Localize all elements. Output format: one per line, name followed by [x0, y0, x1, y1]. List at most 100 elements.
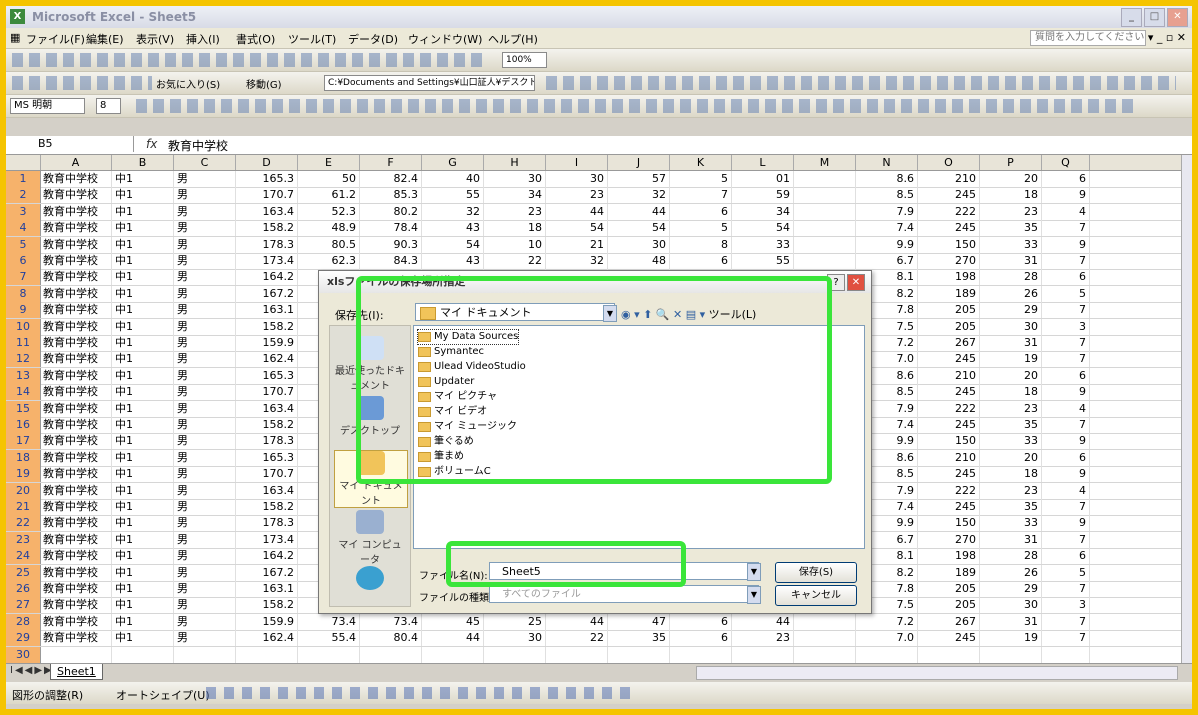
row-header[interactable]: 15 — [6, 400, 41, 417]
table-cell[interactable]: 7.4 — [856, 220, 918, 237]
table-cell[interactable]: 30 — [980, 597, 1042, 614]
filename-input[interactable]: Sheet5 — [489, 562, 759, 580]
table-cell[interactable]: 245 — [918, 630, 980, 647]
table-cell[interactable]: 33 — [980, 433, 1042, 450]
table-cell[interactable]: 62.3 — [298, 253, 360, 269]
table-cell[interactable]: 170.7 — [236, 384, 298, 401]
table-cell[interactable]: 31 — [980, 531, 1042, 548]
table-cell[interactable]: 男 — [174, 630, 236, 647]
table-cell[interactable]: 198 — [918, 269, 980, 286]
table-cell[interactable]: 55 — [732, 253, 794, 269]
table-cell[interactable]: 教育中学校 — [40, 531, 112, 548]
table-cell[interactable]: 173.4 — [236, 531, 298, 548]
table-cell[interactable]: 40 — [422, 171, 484, 187]
table-cell[interactable]: 6 — [670, 203, 732, 220]
table-cell[interactable]: 中1 — [112, 499, 174, 515]
table-cell[interactable]: 男 — [174, 335, 236, 351]
row-header[interactable]: 21 — [6, 499, 41, 515]
table-cell[interactable]: 中1 — [112, 302, 174, 319]
file-list-item[interactable]: マイ ピクチャ — [418, 390, 497, 404]
font-name-box[interactable]: MS 明朝 — [10, 98, 85, 114]
table-cell[interactable]: 男 — [174, 482, 236, 499]
table-cell[interactable]: 中1 — [112, 400, 174, 417]
table-cell[interactable]: 35 — [980, 499, 1042, 515]
table-cell[interactable]: 162.4 — [236, 351, 298, 368]
table-cell[interactable]: 159.9 — [236, 335, 298, 351]
table-cell[interactable]: 7.0 — [856, 630, 918, 647]
table-cell[interactable]: 158.2 — [236, 220, 298, 237]
table-cell[interactable]: 教育中学校 — [40, 253, 112, 269]
table-cell[interactable]: 82.4 — [360, 171, 422, 187]
row-header[interactable]: 23 — [6, 531, 41, 548]
table-cell[interactable]: 31 — [980, 253, 1042, 269]
table-cell[interactable]: 男 — [174, 564, 236, 581]
row-header[interactable]: 16 — [6, 417, 41, 433]
column-header-e[interactable]: E — [298, 155, 360, 170]
table-cell[interactable]: 73.4 — [360, 613, 422, 630]
table-cell[interactable]: 170.7 — [236, 466, 298, 483]
table-cell[interactable]: 55 — [422, 187, 484, 204]
table-cell[interactable]: 中1 — [112, 220, 174, 237]
table-cell[interactable]: 78.4 — [360, 220, 422, 237]
table-cell[interactable]: 中1 — [112, 285, 174, 302]
table-cell[interactable]: 7 — [1042, 613, 1090, 630]
table-cell[interactable]: 中1 — [112, 433, 174, 450]
table-cell[interactable]: 9 — [1042, 433, 1090, 450]
row-header[interactable]: 17 — [6, 433, 41, 450]
table-cell[interactable]: 28 — [980, 548, 1042, 565]
table-cell[interactable]: 3 — [1042, 318, 1090, 335]
menu-file[interactable]: ファイル(F) — [26, 31, 85, 47]
row-header[interactable]: 24 — [6, 548, 41, 565]
table-cell[interactable]: 245 — [918, 417, 980, 433]
table-cell[interactable]: 男 — [174, 400, 236, 417]
table-cell[interactable]: 59 — [732, 187, 794, 204]
save-button[interactable]: 保存(S) — [775, 562, 857, 583]
table-cell[interactable]: 9 — [1042, 466, 1090, 483]
table-cell[interactable]: 教育中学校 — [40, 613, 112, 630]
file-list-item[interactable]: 筆ぐるめ — [418, 435, 474, 449]
table-cell[interactable]: 男 — [174, 499, 236, 515]
table-cell[interactable]: 54 — [546, 220, 608, 237]
table-cell[interactable]: 159.9 — [236, 613, 298, 630]
table-cell[interactable]: 20 — [980, 367, 1042, 384]
row-header[interactable]: 2 — [6, 187, 41, 204]
table-cell[interactable]: 163.4 — [236, 482, 298, 499]
horizontal-scrollbar[interactable] — [696, 666, 1178, 680]
table-cell[interactable]: 163.4 — [236, 203, 298, 220]
table-cell[interactable]: 教育中学校 — [40, 400, 112, 417]
table-cell[interactable]: 158.2 — [236, 597, 298, 614]
dialog-nav-icons[interactable]: ◉ ▾ ⬆ 🔍 ✕ ▤ ▾ ツール(L) — [621, 306, 756, 322]
table-cell[interactable] — [794, 220, 856, 237]
row-header[interactable]: 3 — [6, 203, 41, 220]
table-cell[interactable]: 男 — [174, 597, 236, 614]
table-cell[interactable] — [794, 630, 856, 647]
table-cell[interactable]: 18 — [980, 187, 1042, 204]
table-cell[interactable]: 4 — [1042, 203, 1090, 220]
table-cell[interactable]: 6 — [1042, 269, 1090, 286]
table-cell[interactable]: 7 — [1042, 531, 1090, 548]
table-cell[interactable]: 中1 — [112, 351, 174, 368]
table-cell[interactable]: 中1 — [112, 482, 174, 499]
table-cell[interactable]: 男 — [174, 466, 236, 483]
table-cell[interactable]: 23 — [732, 630, 794, 647]
tools-menu[interactable]: ツール(L) — [709, 308, 757, 321]
table-cell[interactable]: 33 — [732, 236, 794, 253]
table-cell[interactable]: 18 — [980, 384, 1042, 401]
table-cell[interactable]: 中1 — [112, 269, 174, 286]
menu-insert[interactable]: 挿入(I) — [186, 31, 220, 47]
table-cell[interactable]: 270 — [918, 531, 980, 548]
table-cell[interactable]: 210 — [918, 449, 980, 466]
table-cell[interactable]: 23 — [546, 187, 608, 204]
row-header[interactable]: 25 — [6, 564, 41, 581]
table-cell[interactable]: 43 — [422, 253, 484, 269]
close-button[interactable]: ✕ — [1167, 8, 1188, 27]
table-cell[interactable]: 35 — [980, 220, 1042, 237]
table-cell[interactable]: 73.4 — [298, 613, 360, 630]
table-cell[interactable] — [794, 236, 856, 253]
table-cell[interactable] — [794, 613, 856, 630]
table-cell[interactable]: 54 — [422, 236, 484, 253]
table-cell[interactable]: 30 — [608, 236, 670, 253]
table-cell[interactable]: 8 — [670, 236, 732, 253]
table-cell[interactable] — [1042, 646, 1090, 663]
table-cell[interactable]: 165.3 — [236, 367, 298, 384]
